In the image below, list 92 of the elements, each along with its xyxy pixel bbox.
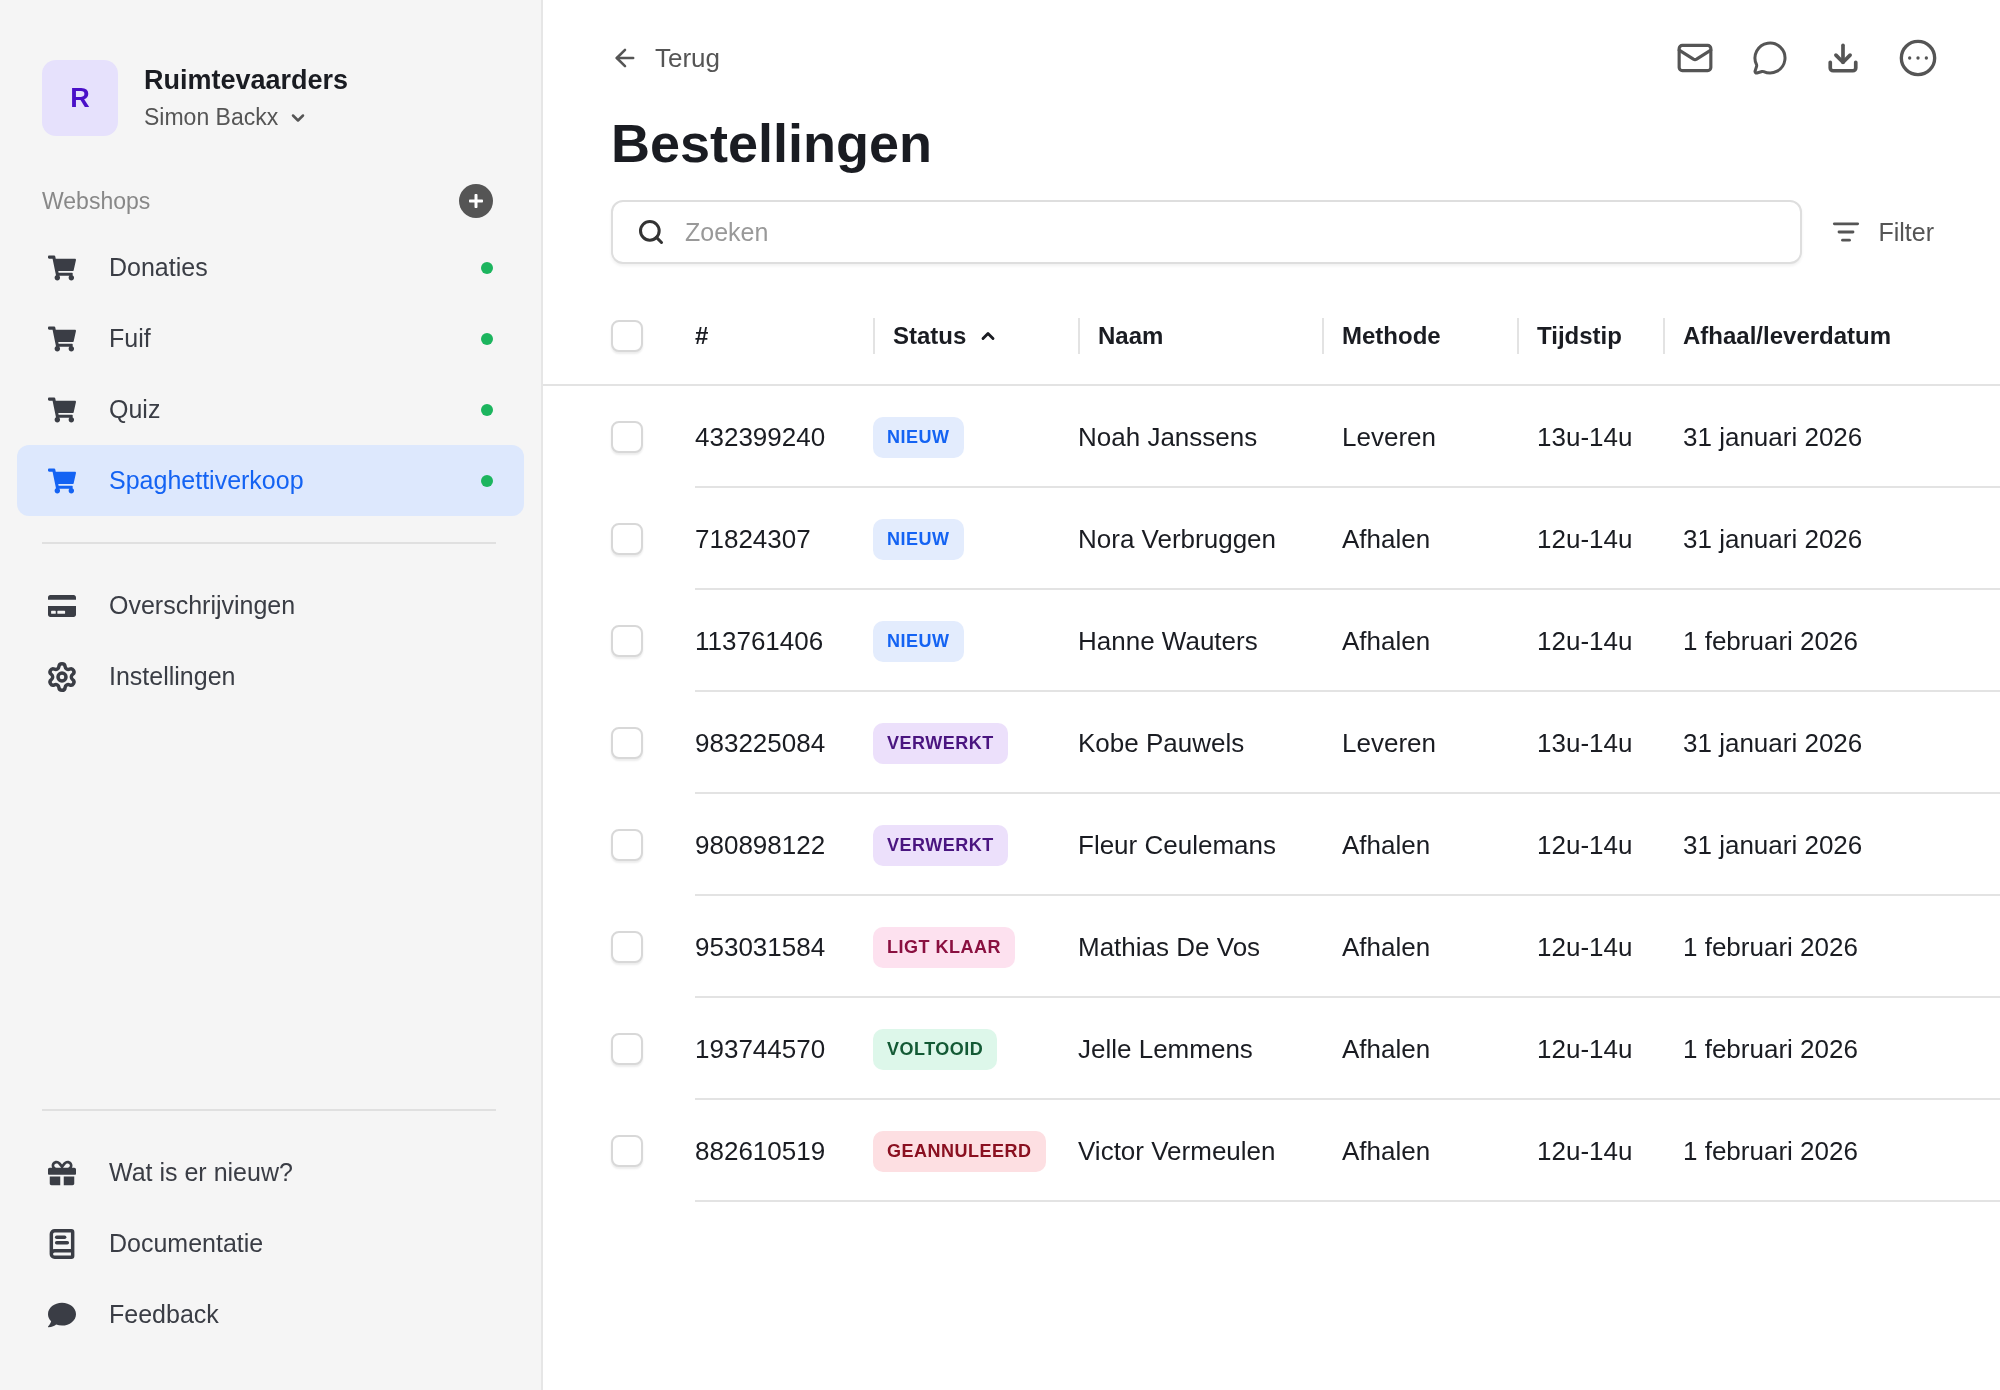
- table-cell-text: Leveren: [1341, 727, 1437, 759]
- table-cell-text: Afhalen: [1341, 931, 1432, 963]
- table-cell-text: 12u-14u: [1536, 829, 1634, 861]
- row-checkbox[interactable]: [611, 829, 643, 861]
- back-link[interactable]: Terug: [611, 42, 721, 74]
- row-checkbox[interactable]: [611, 1033, 643, 1065]
- table-cell-text: Afhalen: [1341, 1033, 1432, 1065]
- table-cell-text: 31 januari 2026: [1682, 523, 1864, 555]
- sidebar-item[interactable]: Spaghettiverkoop: [17, 445, 524, 516]
- row-checkbox[interactable]: [611, 727, 643, 759]
- table-cell-text: 432399240: [695, 421, 827, 453]
- table-cell-text: Victor Vermeulen: [1078, 1135, 1277, 1167]
- status-badge: VERWERKT: [873, 722, 1008, 764]
- status-badge: LIGT KLAAR: [873, 926, 1015, 968]
- status-badge: VOLTOOID: [873, 1028, 998, 1070]
- status-badge: NIEUW: [873, 518, 964, 560]
- settings-icon: [46, 660, 78, 693]
- table-cell-text: 13u-14u: [1536, 421, 1634, 453]
- table-cell-text: Afhalen: [1341, 829, 1432, 861]
- user-switcher[interactable]: Simon Backx: [144, 104, 349, 131]
- add-button[interactable]: [459, 184, 493, 218]
- column-header[interactable]: #: [695, 322, 709, 350]
- status-badge: GEANNULEERD: [873, 1130, 1046, 1172]
- organization-logo: R: [42, 60, 118, 136]
- sidebar-item[interactable]: Instellingen: [17, 641, 524, 712]
- section-title: Webshops: [42, 187, 151, 215]
- row-checkbox[interactable]: [611, 523, 643, 555]
- table-cell-text: Fleur Ceulemans: [1078, 829, 1277, 861]
- status-badge: NIEUW: [873, 620, 964, 662]
- search-field[interactable]: Zoeken: [611, 200, 1803, 264]
- table-cell-text: 1 februari 2026: [1682, 1033, 1859, 1065]
- sidebar-item[interactable]: Donaties: [17, 232, 524, 303]
- cart-icon: [48, 466, 76, 495]
- table-cell-text: 12u-14u: [1536, 1135, 1634, 1167]
- table-cell-text: 71824307: [695, 523, 812, 555]
- filter-button[interactable]: Filter: [1832, 217, 1934, 247]
- row-checkbox[interactable]: [611, 421, 643, 453]
- status-badge: NIEUW: [873, 416, 964, 458]
- table-cell-text: 31 januari 2026: [1682, 421, 1864, 453]
- table-cell-text: 113761406: [695, 625, 825, 657]
- row-checkbox[interactable]: [611, 625, 643, 657]
- table-cell-text: 13u-14u: [1536, 727, 1634, 759]
- sidebar-item[interactable]: Wat is er nieuw?: [17, 1137, 524, 1208]
- page-title: Bestellingen: [611, 112, 934, 174]
- table-cell-text: 1 februari 2026: [1682, 931, 1859, 963]
- download-button[interactable]: [1826, 41, 1860, 75]
- table-cell-text: 953031584: [695, 931, 827, 963]
- column-header[interactable]: Naam: [1098, 322, 1164, 350]
- cart-icon: [48, 324, 76, 353]
- gift-icon: [48, 1158, 76, 1187]
- cart-icon: [48, 395, 76, 424]
- table-cell-text: Afhalen: [1341, 523, 1432, 555]
- table-cell-text: 1 februari 2026: [1682, 1135, 1859, 1167]
- table-cell-text: 1 februari 2026: [1682, 625, 1859, 657]
- table-cell-text: 12u-14u: [1536, 931, 1634, 963]
- table-cell-text: 12u-14u: [1536, 523, 1634, 555]
- table-cell-text: 12u-14u: [1536, 1033, 1634, 1065]
- table-cell-text: Leveren: [1341, 421, 1437, 453]
- sidebar-item[interactable]: Fuif: [17, 303, 524, 374]
- table-cell-text: 882610519: [695, 1135, 827, 1167]
- table-cell-text: Hanne Wauters: [1078, 625, 1259, 657]
- sidebar-item[interactable]: Documentatie: [17, 1208, 524, 1279]
- table-cell-text: Afhalen: [1341, 1135, 1432, 1167]
- table-cell-text: Mathias De Vos: [1078, 931, 1262, 963]
- comment-button[interactable]: [1752, 40, 1788, 76]
- more-button[interactable]: [1898, 38, 1938, 78]
- table-cell-text: 31 januari 2026: [1682, 829, 1864, 861]
- table-cell-text: Kobe Pauwels: [1078, 727, 1246, 759]
- plus-icon: [468, 193, 484, 209]
- cart-icon: [48, 253, 76, 282]
- table-cell-text: 31 januari 2026: [1682, 727, 1864, 759]
- organization-name: Ruimtevaarders: [144, 65, 349, 96]
- row-checkbox[interactable]: [611, 1135, 643, 1167]
- sidebar-item[interactable]: Feedback: [17, 1279, 524, 1350]
- select-all-checkbox[interactable]: [611, 320, 643, 352]
- row-checkbox[interactable]: [611, 931, 643, 963]
- table-cell-text: Nora Verbruggen: [1078, 523, 1278, 555]
- table-cell-text: Noah Janssens: [1078, 421, 1259, 453]
- column-header[interactable]: Tijdstip: [1537, 322, 1622, 350]
- column-header[interactable]: Methode: [1342, 322, 1441, 350]
- table-cell-text: Jelle Lemmens: [1078, 1033, 1254, 1065]
- status-badge: VERWERKT: [873, 824, 1008, 866]
- column-header[interactable]: Status: [893, 322, 967, 350]
- table-cell-text: Afhalen: [1341, 625, 1432, 657]
- table-cell-text: 983225084: [695, 727, 827, 759]
- table-cell-text: 980898122: [695, 829, 827, 861]
- table-cell-text: 12u-14u: [1536, 625, 1634, 657]
- sidebar-item[interactable]: Quiz: [17, 374, 524, 445]
- speech-bubble-icon: [48, 1300, 76, 1329]
- sidebar-item[interactable]: Overschrijvingen: [17, 570, 524, 641]
- column-header[interactable]: Afhaal/leverdatum: [1683, 322, 1892, 350]
- table-cell-text: 193744570: [695, 1033, 827, 1065]
